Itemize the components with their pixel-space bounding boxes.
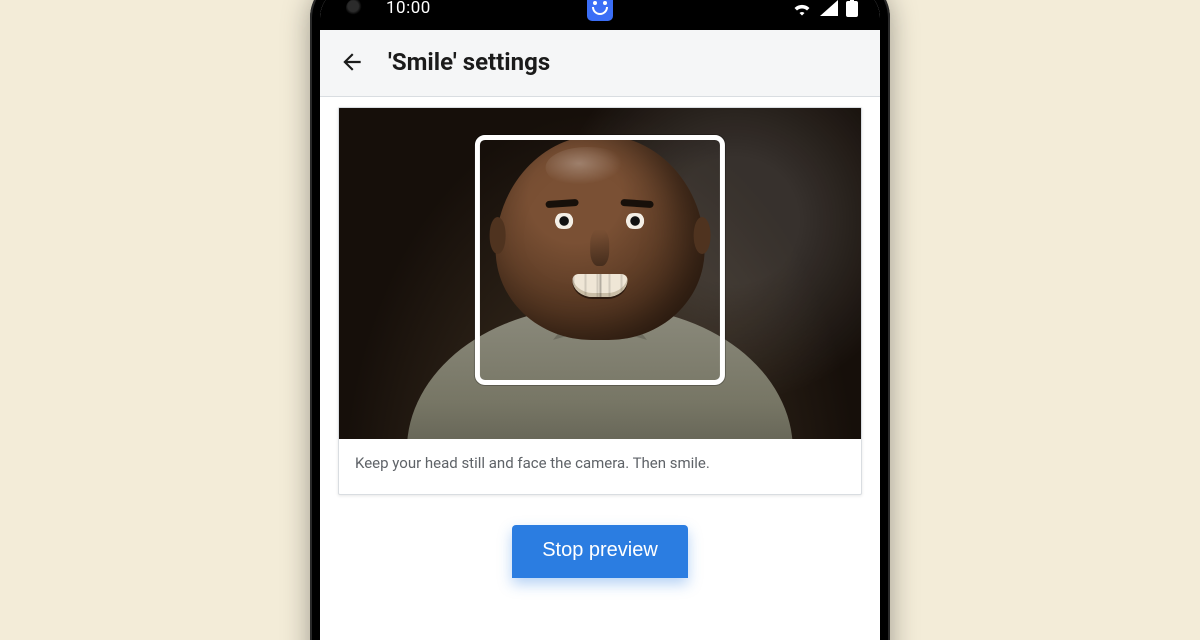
arrow-left-icon [339, 49, 365, 75]
back-button[interactable] [338, 48, 366, 76]
face-detection-frame [475, 135, 725, 385]
stop-preview-button[interactable]: Stop preview [512, 525, 688, 578]
preview-instruction: Keep your head still and face the camera… [339, 439, 861, 493]
status-bar: 10:00 [320, 0, 880, 30]
camera-preview [339, 108, 861, 439]
preview-card: Keep your head still and face the camera… [338, 107, 862, 495]
wifi-icon [792, 0, 812, 16]
battery-icon [846, 0, 858, 17]
phone-frame: 10:00 'Smile' settings [310, 0, 890, 640]
page-title: 'Smile' settings [388, 48, 550, 76]
content-area: Keep your head still and face the camera… [320, 97, 880, 640]
phone-screen: 10:00 'Smile' settings [320, 0, 880, 640]
status-clock: 10:00 [386, 0, 431, 18]
app-bar: 'Smile' settings [320, 30, 880, 97]
face-control-indicator-icon [587, 0, 613, 21]
front-camera-hole [346, 0, 364, 17]
cellular-signal-icon [820, 0, 838, 16]
